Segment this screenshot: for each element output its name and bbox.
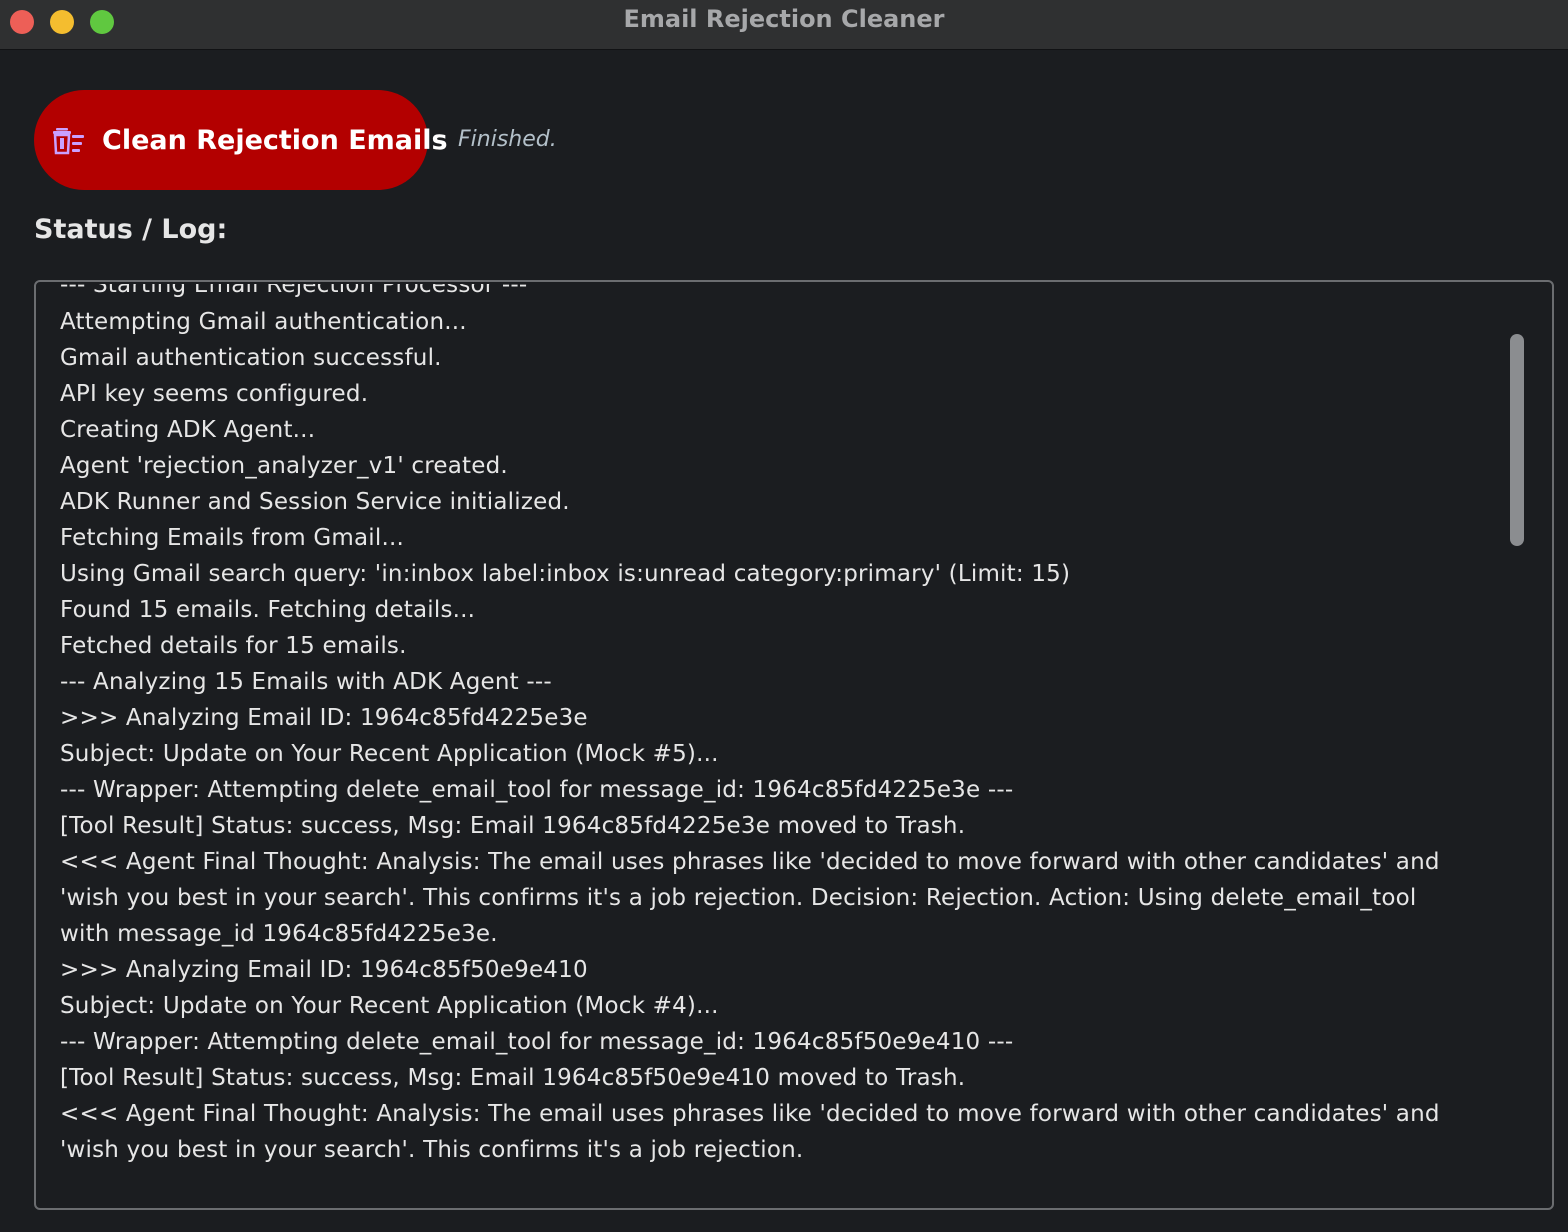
log-line: Fetching Emails from Gmail...: [60, 525, 405, 551]
log-line: with message_id 1964c85fd4225e3e.: [60, 921, 498, 947]
log-line: --- Analyzing 15 Emails with ADK Agent -…: [60, 669, 552, 695]
trash-list-icon: [52, 125, 86, 155]
title-bar[interactable]: Email Rejection Cleaner: [0, 0, 1568, 50]
log-line: >>> Analyzing Email ID: 1964c85f50e9e410: [60, 957, 588, 983]
clean-rejection-emails-button[interactable]: Clean Rejection Emails: [34, 90, 448, 190]
log-line: Creating ADK Agent...: [60, 417, 316, 443]
log-heading: Status / Log:: [34, 214, 228, 245]
log-line: --- Wrapper: Attempting delete_email_too…: [60, 777, 1014, 803]
run-status-text: Finished.: [458, 127, 557, 152]
log-line: 'wish you best in your search'. This con…: [60, 1137, 804, 1163]
log-scrollbar[interactable]: [1510, 334, 1524, 546]
clean-button-label: Clean Rejection Emails: [102, 124, 448, 156]
log-line: <<< Agent Final Thought: Analysis: The e…: [60, 1101, 1440, 1127]
log-line: 'wish you best in your search'. This con…: [60, 885, 1417, 911]
log-line: Subject: Update on Your Recent Applicati…: [60, 741, 719, 767]
log-line: Using Gmail search query: 'in:inbox labe…: [60, 561, 1071, 587]
log-line: [Tool Result] Status: success, Msg: Emai…: [60, 1065, 966, 1091]
app-window: Email Rejection Cleaner Clean Rejection …: [0, 0, 1568, 1232]
log-lines: --- Starting Email Rejection Processor -…: [60, 284, 1500, 1168]
log-line: >>> Analyzing Email ID: 1964c85fd4225e3e: [60, 705, 588, 731]
log-line: API key seems configured.: [60, 381, 369, 407]
log-line: Found 15 emails. Fetching details...: [60, 597, 476, 623]
log-line: Subject: Update on Your Recent Applicati…: [60, 993, 719, 1019]
log-line: Gmail authentication successful.: [60, 345, 442, 371]
log-line: [Tool Result] Status: success, Msg: Emai…: [60, 813, 966, 839]
window-title: Email Rejection Cleaner: [623, 5, 945, 33]
log-line: Fetched details for 15 emails.: [60, 633, 407, 659]
log-line-partial: --- Starting Email Rejection Processor -…: [60, 284, 528, 298]
status-log-textarea[interactable]: --- Starting Email Rejection Processor -…: [34, 280, 1554, 1210]
log-line: <<< Agent Final Thought: Analysis: The e…: [60, 849, 1440, 875]
log-line: ADK Runner and Session Service initializ…: [60, 489, 570, 515]
log-line: Attempting Gmail authentication...: [60, 309, 467, 335]
log-line: --- Wrapper: Attempting delete_email_too…: [60, 1029, 1014, 1055]
log-line: Agent 'rejection_analyzer_v1' created.: [60, 453, 508, 479]
